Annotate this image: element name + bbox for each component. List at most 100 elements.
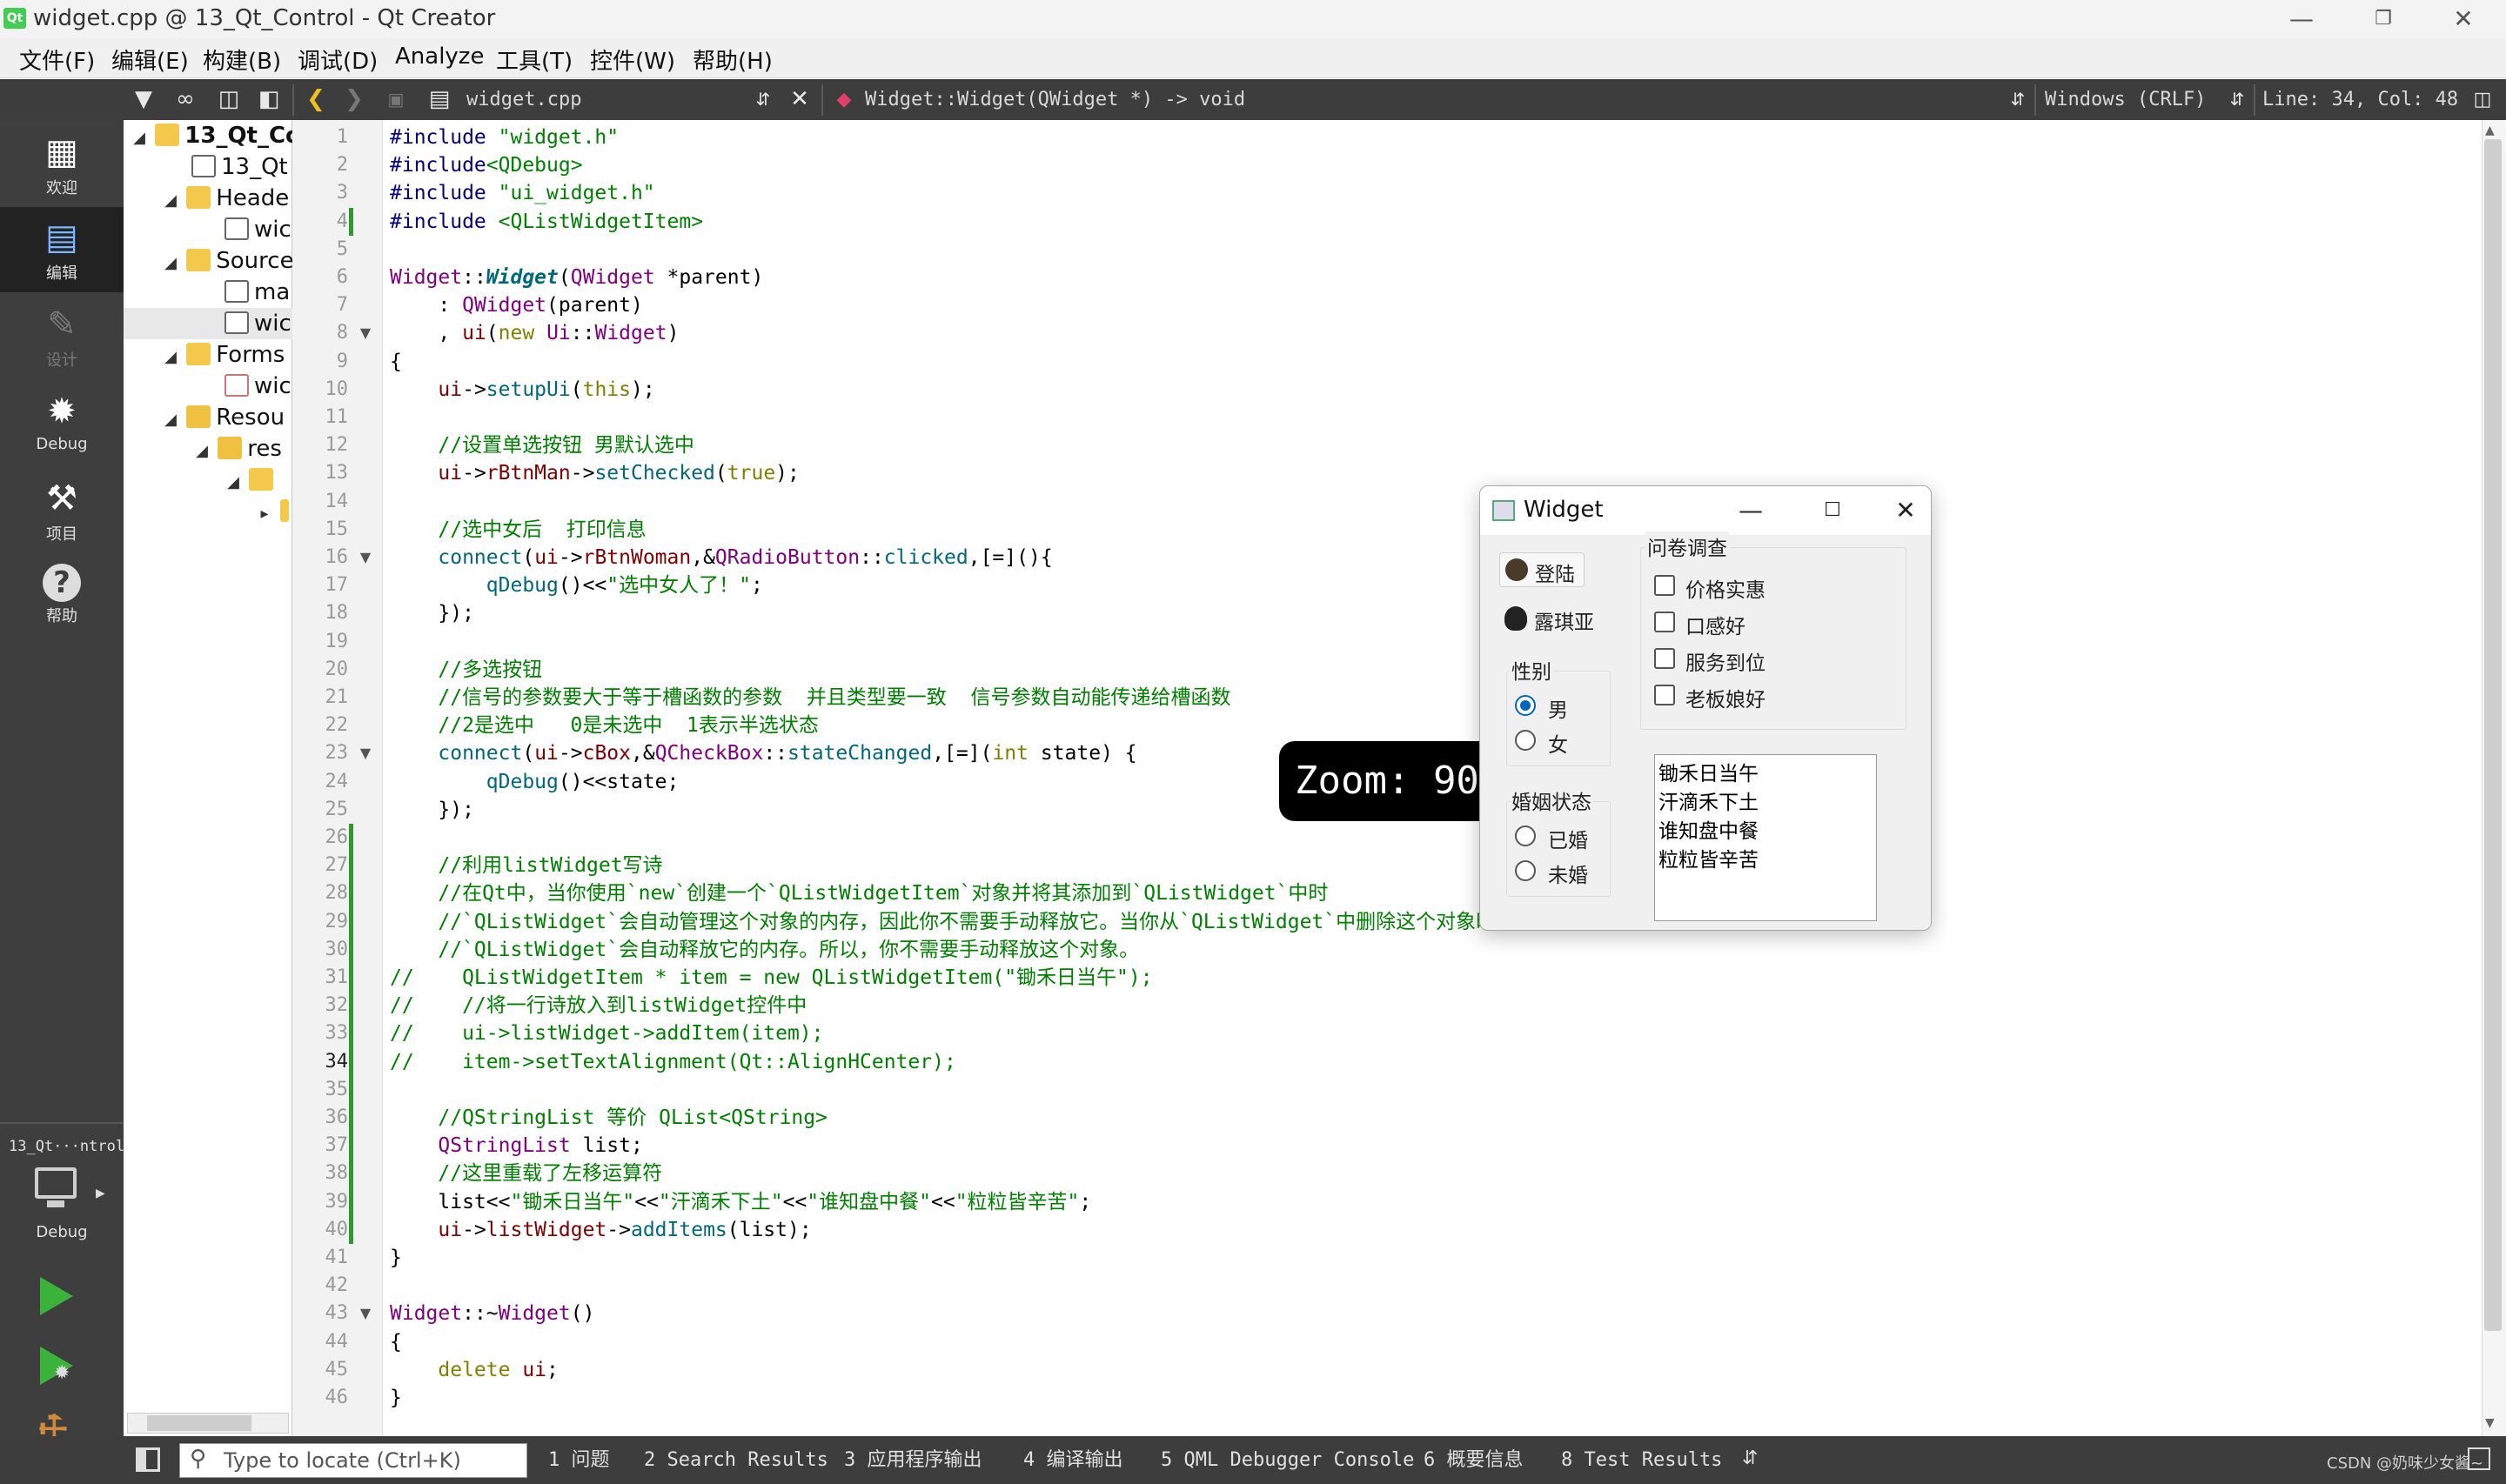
code-line[interactable]: //`QListWidget`会自动释放它的内存。所以，你不需要手动释放这个对象… [390,936,1139,964]
pane-general-messages[interactable]: 6 概要信息 [1424,1436,1524,1484]
expanded-arrow-icon[interactable]: ◢ [162,248,179,279]
close-button[interactable]: ✕ [2424,0,2503,38]
list-item[interactable]: 粒粒皆辛苦 [1658,843,1759,872]
code-line[interactable]: //信号的参数要大于等于槽函数的参数 并且类型要一致 信号参数自动能传递给槽函数 [390,684,1230,712]
menu-controls[interactable]: 控件(W) [590,43,675,76]
code-line[interactable]: // ui->listWidget->addItem(item); [390,1019,824,1047]
code-line[interactable]: ui->setupUi(this); [390,376,654,404]
tree-item-prefix[interactable]: ◢ [224,465,278,496]
back-icon[interactable]: ❮ [301,79,331,120]
code-line[interactable]: #include <QListWidgetItem> [390,208,703,236]
tree-hscroll[interactable] [127,1413,289,1434]
tree-item-pro-file[interactable]: 13_Qt [191,151,288,183]
code-line[interactable]: { [390,1328,402,1356]
pane-more-icon[interactable]: ⇵ [1742,1447,1758,1469]
tree-item-widget-cpp[interactable]: wic [124,308,292,339]
tree-item-resources[interactable]: ◢ Resou [162,402,285,433]
code-line[interactable]: #include "ui_widget.h" [390,179,655,207]
tree-item-main-cpp[interactable]: ma [224,277,290,308]
code-line[interactable]: }); [390,599,474,627]
menu-analyze[interactable]: Analyze [395,43,484,70]
checkbox-boss[interactable] [1654,685,1675,705]
code-line[interactable]: Widget::Widget(QWidget *parent) [390,264,763,291]
tree-item-widget-h[interactable]: wic [224,214,291,245]
pane-app-output[interactable]: 3 应用程序输出 [844,1436,982,1484]
fold-marker-icon[interactable]: ▼ [357,1300,374,1327]
locate-input[interactable]: Type to locate (Ctrl+K) [179,1443,527,1478]
code-line[interactable]: // QListWidgetItem * item = new QListWid… [390,964,1153,992]
filter-icon[interactable]: ▼ [129,79,158,120]
mode-design[interactable]: ✎ 设计 [0,294,124,379]
kit-selector[interactable] [35,1167,87,1211]
symbol-dropdown-icon[interactable]: ⇵ [2007,79,2029,120]
mode-debug[interactable]: ✹ Debug [0,381,124,466]
close-file-icon[interactable]: ✕ [785,79,814,120]
login-button[interactable]: 登陆 [1499,552,1585,587]
expanded-arrow-icon[interactable]: ◢ [162,404,179,436]
encoding-dropdown-icon[interactable]: ⇵ [2226,79,2248,120]
split-icon[interactable]: ◫ [214,79,244,120]
editor-vscroll-thumb[interactable] [2484,139,2502,1331]
fold-marker-icon[interactable]: ▼ [357,319,374,347]
widget-maximize-button[interactable]: ☐ [1811,490,1854,531]
expanded-arrow-icon[interactable]: ◢ [162,342,179,373]
mode-edit[interactable]: ▤ 编辑 [0,207,124,292]
pane-search-results[interactable]: 2 Search Results [644,1436,828,1484]
radio-single[interactable] [1515,860,1536,881]
code-line[interactable]: Widget::~Widget() [390,1300,594,1327]
toggle-sidebar-icon[interactable] [136,1447,160,1472]
code-line[interactable]: list<<"锄禾日当午"<<"汗滴禾下土"<<"谁知盘中餐"<<"粒粒皆辛苦"… [390,1188,1091,1216]
code-line[interactable]: connect(ui->cBox,&QCheckBox::stateChange… [390,739,1136,767]
code-line[interactable]: } [390,1384,402,1412]
line-ending[interactable]: Windows (CRLF) [2045,79,2206,120]
code-line[interactable]: , ui(new Ui::Widget) [390,319,679,347]
current-symbol[interactable]: Widget::Widget(QWidget *) -> void [865,79,1245,120]
tree-hscroll-thumb[interactable] [147,1415,251,1431]
tree-item-subfolder[interactable]: ▸ [256,496,294,527]
list-item[interactable]: 谁知盘中餐 [1658,814,1759,844]
code-line[interactable]: #include "widget.h" [390,124,619,151]
code-line[interactable]: : QWidget(parent) [390,291,642,319]
file-dropdown-icon[interactable]: ⇵ [752,79,774,120]
widget-close-button[interactable]: ✕ [1884,490,1927,531]
checkbox-service[interactable] [1654,648,1675,669]
pane-compile-output[interactable]: 4 编译输出 [1023,1436,1123,1484]
poem-list-widget[interactable]: 锄禾日当午 汗滴禾下土 谁知盘中餐 粒粒皆辛苦 [1654,754,1877,921]
tree-item-res-qrc[interactable]: ◢ res [193,433,282,465]
code-line[interactable]: QStringList list; [390,1132,642,1160]
tree-item-widget-ui[interactable]: wic [224,371,291,402]
menu-file[interactable]: 文件(F) [19,43,95,76]
code-line[interactable]: connect(ui->rBtnWoman,&QRadioButton::cli… [390,544,1052,572]
expanded-arrow-icon[interactable]: ◢ [131,123,148,154]
expanded-arrow-icon[interactable]: ◢ [224,467,242,498]
code-line[interactable]: //多选按钮 [390,656,542,684]
mode-projects[interactable]: ⚒ 项目 [0,468,124,553]
code-line[interactable]: qDebug()<<"选中女人了！"; [390,572,763,599]
code-line[interactable]: ui->rBtnMan->setChecked(true); [390,459,799,487]
code-line[interactable]: { [390,348,402,376]
menu-help[interactable]: 帮助(H) [693,43,773,76]
code-line[interactable]: //设置单选按钮 男默认选中 [390,431,694,459]
tree-item-project[interactable]: ◢ 13_Qt_Co [131,120,301,151]
tree-item-headers[interactable]: ◢ Heade [162,183,289,214]
code-line[interactable]: //利用listWidget写诗 [390,852,662,879]
code-line[interactable]: #include<QDebug> [390,151,583,179]
code-line[interactable]: delete ui; [390,1356,559,1384]
forward-icon[interactable]: ❯ [339,79,369,120]
fold-marker-icon[interactable]: ▼ [357,739,374,767]
mode-help[interactable]: ? 帮助 [0,555,124,640]
radio-female[interactable] [1515,730,1536,751]
code-line[interactable]: //2是选中 0是未选中 1表示半选状态 [390,712,819,739]
expanded-arrow-icon[interactable]: ◢ [193,436,211,467]
pane-issues[interactable]: 1 问题 [548,1436,610,1484]
split-editor-icon[interactable]: ◫ [2468,79,2497,120]
code-line[interactable]: //`QListWidget`会自动管理这个对象的内存，因此你不需要手动释放它。… [390,908,1496,936]
mode-welcome[interactable]: ▦ 欢迎 [0,122,124,207]
expanded-arrow-icon[interactable]: ◢ [162,185,179,217]
minimize-button[interactable]: — [2262,0,2341,38]
menu-tools[interactable]: 工具(T) [496,43,573,76]
code-line[interactable]: ui->listWidget->addItems(list); [390,1216,811,1244]
code-line[interactable]: //这里重载了左移运算符 [390,1160,662,1187]
tree-item-sources[interactable]: ◢ Source [162,245,294,277]
checkbox-taste[interactable] [1654,612,1675,632]
